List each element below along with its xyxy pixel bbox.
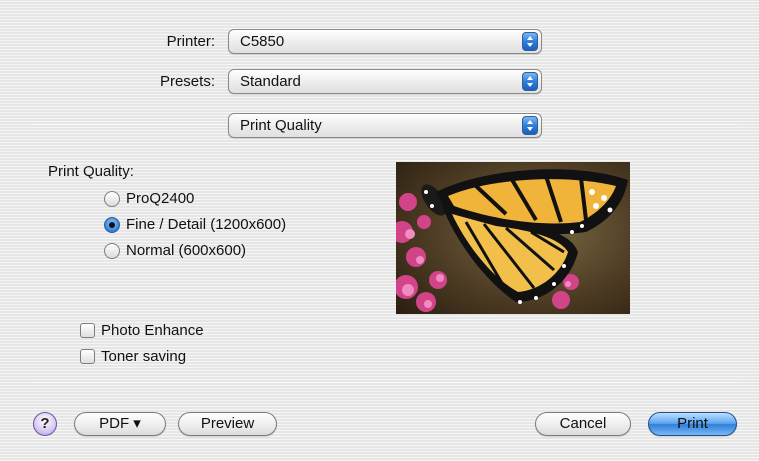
printer-value: C5850 xyxy=(240,33,285,50)
printer-label: Printer: xyxy=(166,33,215,50)
separator-line xyxy=(544,124,738,125)
chevron-updown-icon xyxy=(522,116,538,135)
radio-indicator xyxy=(104,243,120,259)
printer-popup[interactable]: C5850 xyxy=(228,29,542,54)
cancel-button[interactable]: Cancel xyxy=(535,412,631,436)
radio-label: Normal (600x600) xyxy=(126,242,247,259)
presets-value: Standard xyxy=(240,73,301,90)
radio-label: ProQ2400 xyxy=(126,190,195,207)
chevron-updown-icon xyxy=(522,32,538,51)
help-icon[interactable]: ? xyxy=(33,412,57,436)
checkbox-label: Photo Enhance xyxy=(101,322,204,339)
radio-indicator-selected xyxy=(104,217,120,233)
preview-button[interactable]: Preview xyxy=(178,412,277,436)
radio-label: Fine / Detail (1200x600) xyxy=(126,216,287,233)
panel-value: Print Quality xyxy=(240,117,322,134)
panel-popup[interactable]: Print Quality xyxy=(228,113,542,138)
butterfly-preview-image xyxy=(396,162,630,314)
bottom-separator xyxy=(33,382,738,383)
presets-label: Presets: xyxy=(159,73,215,90)
presets-popup[interactable]: Standard xyxy=(228,69,542,94)
chevron-updown-icon xyxy=(522,72,538,91)
pdf-button[interactable]: PDF ▾ xyxy=(74,412,166,436)
checkbox-box xyxy=(80,349,95,364)
separator-line xyxy=(33,124,226,125)
print-button[interactable]: Print xyxy=(648,412,737,436)
print-quality-heading: Print Quality: xyxy=(48,163,134,180)
checkbox-label: Toner saving xyxy=(101,348,187,365)
checkbox-box xyxy=(80,323,95,338)
radio-indicator xyxy=(104,191,120,207)
